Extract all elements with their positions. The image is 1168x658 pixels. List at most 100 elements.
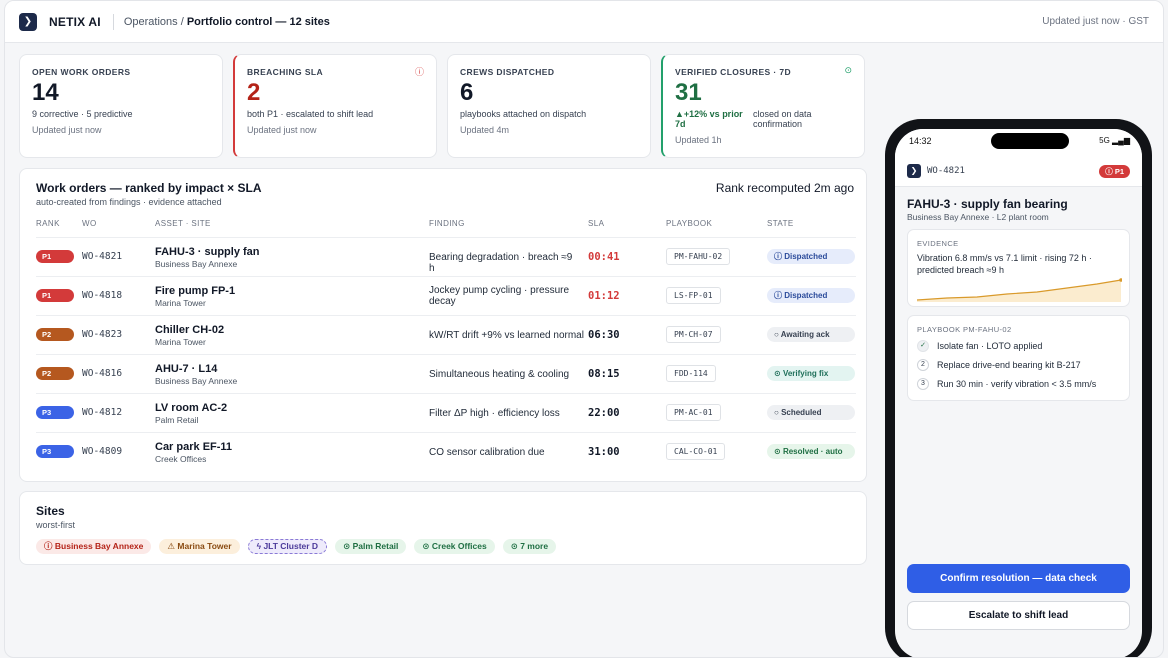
column-header-asset[interactable]: ASSET · SITE [155, 219, 211, 228]
column-header-wo[interactable]: WO [82, 219, 97, 228]
priority-badge: P3 [36, 445, 74, 458]
playbook-step[interactable]: 3 Run 30 min · verify vibration < 3.5 mm… [917, 378, 1096, 390]
finding-text: Filter ΔP high · efficiency loss [429, 408, 560, 419]
sla-timer: 22:00 [588, 407, 620, 419]
work-order-id: WO-4812 [82, 407, 123, 418]
table-row[interactable]: P3 WO-4812 LV room AC-2 Palm Retail Filte… [36, 393, 856, 432]
column-header-playbook[interactable]: PLAYBOOK [666, 219, 712, 228]
work-order-id: WO-4821 [82, 251, 123, 262]
playbook-tag[interactable]: LS-FP-01 [666, 287, 721, 304]
playbook-tag[interactable]: PM-FAHU-02 [666, 248, 731, 265]
kpi-value: 31 [675, 79, 702, 106]
kpi-breaching-sla[interactable]: ⓘ BREACHING SLA 2 both P1 · escalated to… [233, 54, 437, 158]
column-header-rank[interactable]: RANK [36, 219, 60, 228]
step-text: Replace drive-end bearing kit B-217 [937, 360, 1081, 370]
kpi-note: closed on data confirmation [753, 109, 812, 129]
column-header-state[interactable]: STATE [767, 219, 794, 228]
kpi-value: 2 [247, 79, 261, 106]
playbook-tag[interactable]: PM-CH-07 [666, 326, 721, 343]
table-row[interactable]: P1 WO-4818 Fire pump FP-1 Marina Tower Jo… [36, 276, 856, 315]
kpi-value: 6 [460, 79, 474, 106]
top-bar: ❯ NETIX AI Operations / Portfolio contro… [5, 1, 1163, 43]
kpi-crews-dispatched[interactable]: CREWS DISPATCHED 6 playbooks attached on… [447, 54, 651, 158]
kpi-title: CREWS DISPATCHED [460, 67, 555, 77]
playbook-tag[interactable]: FDD-114 [666, 365, 716, 382]
table-row[interactable]: P2 WO-4816 AHU-7 · L14 Business Bay Annex… [36, 354, 856, 393]
playbook-card: PLAYBOOK PM-FAHU-02 ✓ Isolate fan · LOTO… [907, 315, 1130, 401]
site-chips: ⓘ Business Bay Annexe ⚠ Marina Tower ϟ J… [36, 539, 557, 554]
site-chip[interactable]: ⊙ Palm Retail [335, 539, 407, 554]
site-chip-label: Marina Tower [177, 541, 232, 551]
updated-status: Updated just now · GST [1042, 16, 1149, 27]
column-header-finding[interactable]: FINDING [429, 219, 465, 228]
state-badge: ○ Scheduled [767, 405, 855, 420]
kpi-subtext: both P1 · escalated to shift lead [247, 109, 374, 119]
kpi-open-work-orders[interactable]: OPEN WORK ORDERS 14 9 corrective · 5 pre… [19, 54, 223, 158]
evidence-text: Vibration 6.8 mm/s vs 7.1 limit · rising… [917, 253, 1092, 275]
site-name: Marina Tower [155, 298, 206, 308]
priority-badge: P2 [36, 328, 74, 341]
netix-logo-icon[interactable]: ❯ [907, 164, 921, 178]
state-badge: ○ Awaiting ack [767, 327, 855, 342]
breadcrumb-current: Portfolio control — 12 sites [186, 15, 330, 28]
panel-subtitle: auto-created from findings · evidence at… [36, 197, 222, 207]
check-circle-icon: ⊙ [343, 541, 351, 551]
confirm-resolution-button[interactable]: Confirm resolution — data check [907, 564, 1130, 593]
kpi-updated: Updated just now [247, 125, 317, 135]
signal-icon: 5G ▂▄▆ [1099, 136, 1130, 145]
playbook-step[interactable]: ✓ Isolate fan · LOTO applied [917, 340, 1042, 352]
work-orders-panel: Work orders — ranked by impact × SLA aut… [19, 168, 867, 482]
table-row[interactable]: P3 WO-4809 Car park EF-11 Creek Offices C… [36, 432, 856, 471]
dynamic-island [991, 133, 1069, 149]
playbook-step[interactable]: 2 Replace drive-end bearing kit B-217 [917, 359, 1081, 371]
asset-name: Chiller CH-02 [155, 324, 225, 336]
table-header: RANK WO ASSET · SITE FINDING SLA PLAYBOO… [36, 219, 856, 233]
panel-title: Work orders — ranked by impact × SLA [36, 181, 262, 195]
state-icon: ○ [774, 330, 781, 339]
playbook-tag[interactable]: PM-AC-01 [666, 404, 721, 421]
mobile-screen: 14:32 5G ▂▄▆ ❯ WO-4821 ⓘ P1 FAHU-3 · sup… [895, 129, 1142, 657]
priority-badge: P1 [36, 250, 74, 263]
site-chip[interactable]: ⓘ Business Bay Annexe [36, 539, 152, 554]
playbook-tag[interactable]: CAL-CO-01 [666, 443, 726, 460]
kpi-updated: Updated 4m [460, 125, 510, 135]
table-row[interactable]: P1 WO-4821 FAHU-3 · supply fan Business B… [36, 237, 856, 276]
asset-name: Car park EF-11 [155, 441, 233, 453]
clock: 14:32 [909, 136, 932, 146]
kpi-subtext: 9 corrective · 5 predictive [32, 109, 133, 119]
asset-name: Fire pump FP-1 [155, 285, 236, 297]
more-sites-chip[interactable]: ⊙ 7 more [502, 539, 557, 554]
rank-note: Rank recomputed 2m ago [715, 181, 854, 195]
column-header-sla[interactable]: SLA [588, 219, 604, 228]
playbook-label: PLAYBOOK PM-FAHU-02 [917, 325, 1012, 334]
breadcrumb-parent[interactable]: Operations / [124, 16, 187, 28]
breadcrumb: Operations / Portfolio control — 12 site… [124, 16, 330, 28]
site-chip[interactable]: ⊙ Creek Offices [414, 539, 495, 554]
site-chip[interactable]: ϟ JLT Cluster D [247, 539, 328, 554]
work-order-id: WO-4823 [82, 329, 123, 340]
kpi-verified-closures[interactable]: ⊙ VERIFIED CLOSURES · 7D 31 ▲+12% vs pri… [661, 54, 865, 158]
state-label: Dispatched [784, 252, 828, 261]
sla-timer: 06:30 [588, 329, 620, 341]
sla-timer: 00:41 [588, 251, 620, 263]
sla-timer: 08:15 [588, 368, 620, 380]
step-number: 2 [917, 359, 929, 371]
asset-name: LV room AC-2 [155, 402, 228, 414]
work-order-id: WO-4821 [927, 166, 965, 176]
state-icon: ⓘ [774, 252, 785, 261]
alert-icon: ⓘ [414, 67, 424, 77]
site-chip[interactable]: ⚠ Marina Tower [159, 539, 240, 554]
table-row[interactable]: P2 WO-4823 Chiller CH-02 Marina Tower kW/… [36, 315, 856, 354]
vibration-sparkline [917, 278, 1122, 302]
state-icon: ⓘ [774, 291, 785, 300]
kpi-title: OPEN WORK ORDERS [32, 67, 131, 77]
escalate-button[interactable]: Escalate to shift lead [907, 601, 1130, 630]
kpi-updated: Updated 1h [675, 135, 722, 145]
finding-text: Jockey pump cycling · pressure decay [429, 285, 570, 307]
state-badge: ⊙ Resolved · auto [767, 444, 855, 459]
kpi-title: VERIFIED CLOSURES · 7D [675, 67, 792, 77]
netix-logo-icon[interactable]: ❯ [19, 12, 37, 31]
finding-text: CO sensor calibration due [429, 447, 545, 458]
warning-icon: ⚠ [167, 541, 176, 551]
step-text: Run 30 min · verify vibration < 3.5 mm/s [937, 379, 1097, 389]
